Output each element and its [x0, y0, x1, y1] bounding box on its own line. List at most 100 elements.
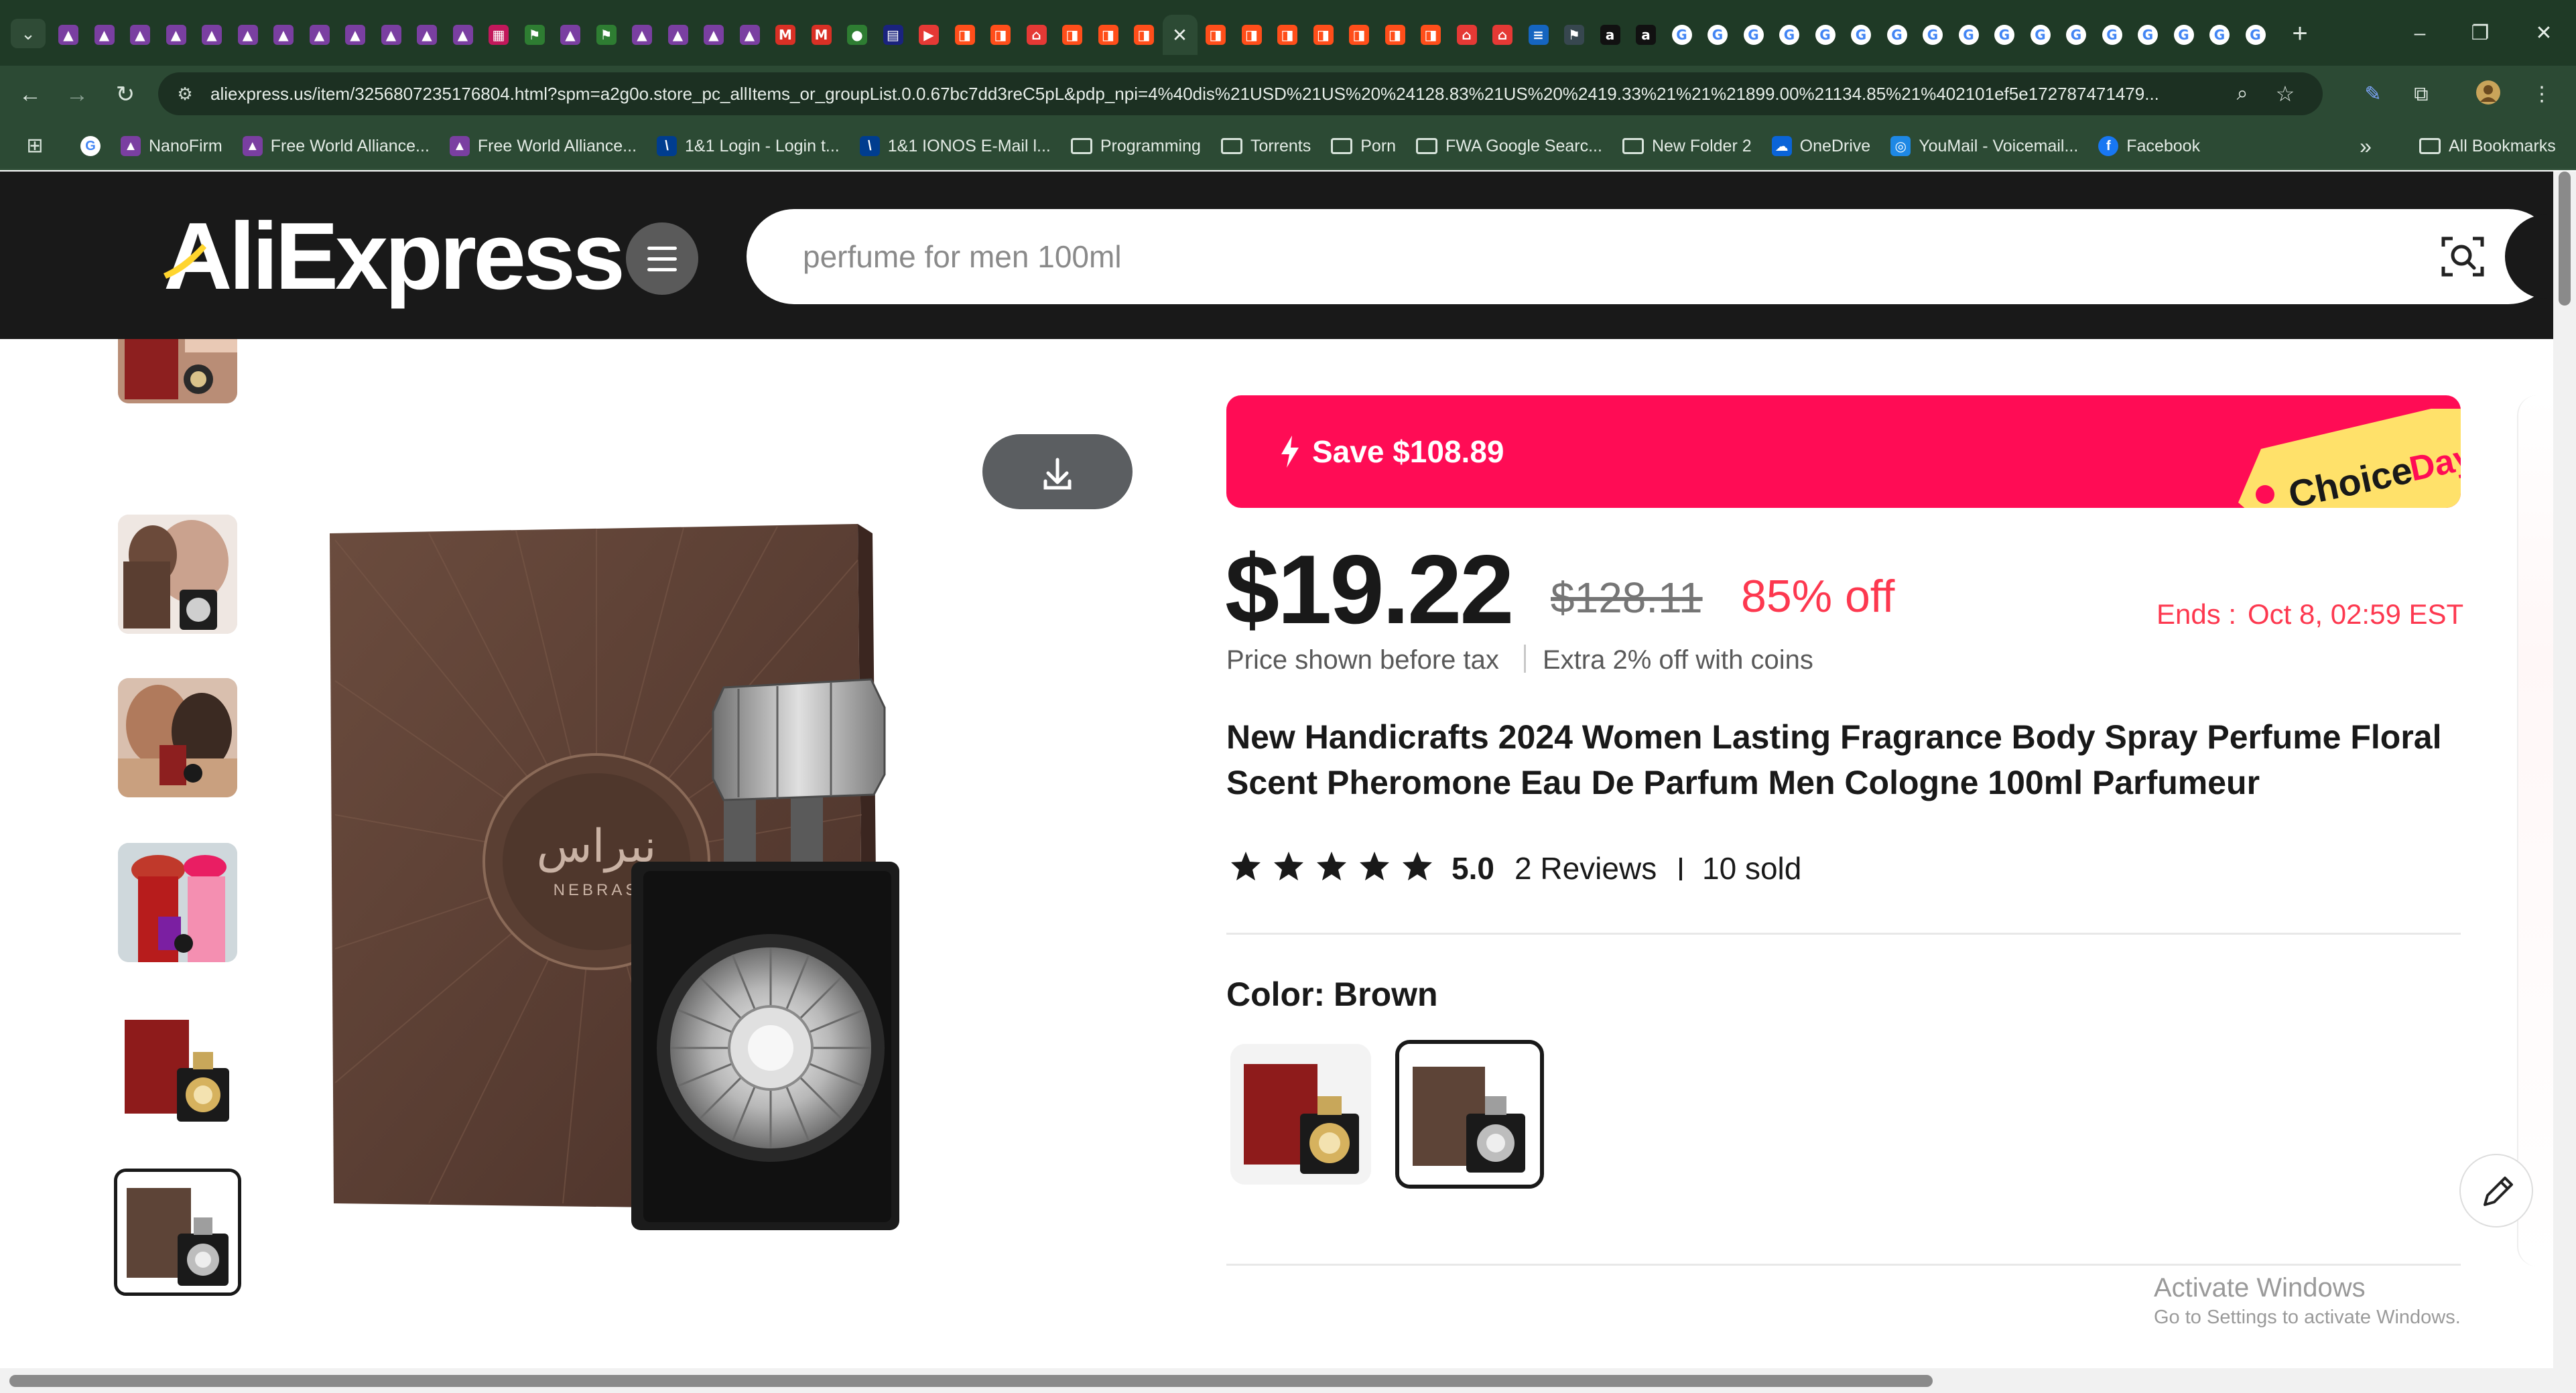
bookmark-item[interactable]: FWA Google Searc...	[1416, 137, 1602, 156]
browser-tab[interactable]: ⌂	[1019, 15, 1054, 55]
thumbnail-2[interactable]	[118, 515, 237, 634]
browser-tab[interactable]: ⚑	[1557, 15, 1592, 55]
bookmark-item[interactable]: G	[80, 136, 101, 156]
browser-tab[interactable]: G	[2167, 15, 2201, 55]
close-window-button[interactable]: ✕	[2517, 19, 2571, 48]
browser-tab[interactable]: ◨	[1198, 15, 1233, 55]
bookmark-item[interactable]: ▲ Free World Alliance...	[242, 136, 430, 156]
browser-tab[interactable]: ▲	[625, 15, 659, 55]
tab-search-button[interactable]: ⌄	[11, 19, 46, 48]
browser-tab[interactable]: ◨	[1342, 15, 1376, 55]
color-swatch-brown-selected[interactable]	[1395, 1040, 1544, 1189]
browser-tab[interactable]: ●	[840, 15, 875, 55]
thumbnail-5[interactable]	[118, 1008, 237, 1127]
browser-tab[interactable]: ◨	[1055, 15, 1090, 55]
browser-tab[interactable]: ▲	[732, 15, 767, 55]
bookmark-item[interactable]: New Folder 2	[1622, 137, 1752, 156]
browser-tab[interactable]: ▲	[446, 15, 480, 55]
bookmark-item[interactable]: ▲ Free World Alliance...	[449, 136, 637, 156]
thumbnail-1[interactable]	[118, 339, 237, 403]
browser-tab[interactable]: G	[2238, 15, 2273, 55]
browser-tab[interactable]: G	[1736, 15, 1771, 55]
reload-button[interactable]: ↻	[109, 78, 142, 111]
bookmark-item[interactable]: \ 1&1 Login - Login t...	[657, 136, 840, 156]
browser-tab[interactable]: ▲	[409, 15, 444, 55]
zoom-icon[interactable]: ⌕	[2229, 80, 2256, 107]
vertical-scrollbar[interactable]	[2553, 172, 2576, 1368]
browser-tab[interactable]: a	[1593, 15, 1628, 55]
browser-tab[interactable]: ▲	[374, 15, 409, 55]
main-product-image[interactable]: نبراس NEBRAS	[295, 399, 1173, 1304]
bookmark-item[interactable]: Torrents	[1220, 137, 1311, 156]
browser-tab[interactable]: G	[1915, 15, 1950, 55]
browser-tab[interactable]: ◨	[1378, 15, 1413, 55]
edit-pencil-button[interactable]	[2459, 1154, 2533, 1228]
browser-tab[interactable]: G	[2095, 15, 2130, 55]
thumbnail-4[interactable]	[118, 843, 237, 962]
url-text[interactable]: aliexpress.us/item/3256807235176804.html…	[210, 72, 2221, 115]
browser-tab[interactable]: G	[2130, 15, 2165, 55]
browser-tab[interactable]: ▲	[266, 15, 301, 55]
bookmark-item[interactable]: ☁ OneDrive	[1771, 136, 1870, 156]
browser-tab[interactable]: ▶	[911, 15, 946, 55]
browser-tab[interactable]: G	[1844, 15, 1878, 55]
browser-tab[interactable]: ▲	[338, 15, 373, 55]
browser-tab[interactable]: ◨	[948, 15, 982, 55]
minimize-button[interactable]: –	[2396, 19, 2443, 48]
image-search-icon[interactable]	[2439, 233, 2486, 280]
browser-tab[interactable]: ▲	[51, 15, 86, 55]
browser-tab[interactable]: ⚑	[589, 15, 624, 55]
address-bar[interactable]: ⚙ aliexpress.us/item/3256807235176804.ht…	[158, 72, 2323, 115]
browser-tab[interactable]: ▲	[553, 15, 588, 55]
browser-tab[interactable]: ≡	[1521, 15, 1556, 55]
browser-tab[interactable]: G	[2023, 15, 2058, 55]
download-image-button[interactable]	[982, 434, 1133, 509]
browser-tab[interactable]: ⌂	[1450, 15, 1484, 55]
browser-tab[interactable]: G	[1951, 15, 1986, 55]
bookmark-item[interactable]: f Facebook	[2098, 136, 2200, 156]
browser-tab[interactable]: ◨	[983, 15, 1018, 55]
forward-button[interactable]: →	[60, 78, 94, 111]
restore-button[interactable]: ❐	[2457, 19, 2504, 48]
browser-tab[interactable]: ▤	[876, 15, 911, 55]
browser-tab[interactable]: ▲	[159, 15, 194, 55]
browser-tab[interactable]: M	[768, 15, 803, 55]
browser-tab[interactable]: G	[2202, 15, 2237, 55]
browser-tab[interactable]: ▲	[696, 15, 731, 55]
browser-tab[interactable]: ▲	[231, 15, 265, 55]
thumbnail-6-selected[interactable]	[114, 1169, 241, 1296]
browser-tab[interactable]: G	[1987, 15, 2022, 55]
browser-tab[interactable]: ⌂	[1485, 15, 1520, 55]
browser-tab[interactable]: ⚑	[517, 15, 552, 55]
bookmarks-overflow-icon[interactable]: »	[2352, 133, 2379, 159]
browser-tab[interactable]: ▦	[481, 15, 516, 55]
extension-pen-icon[interactable]: ✎	[2358, 79, 2388, 110]
browser-tab[interactable]: ▲	[302, 15, 337, 55]
category-menu-button[interactable]	[626, 222, 698, 295]
browser-tab[interactable]: G	[1880, 15, 1915, 55]
horizontal-scrollbar-thumb[interactable]	[9, 1375, 1933, 1387]
close-icon[interactable]: ✕	[1170, 24, 1190, 46]
apps-grid-icon[interactable]: ⊞	[23, 134, 47, 158]
browser-tab[interactable]: ◨	[1126, 15, 1161, 55]
bookmark-star-icon[interactable]: ☆	[2272, 80, 2299, 107]
browser-tab[interactable]: G	[1700, 15, 1735, 55]
browser-tab[interactable]: a	[1628, 15, 1663, 55]
browser-tab[interactable]: ◨	[1091, 15, 1126, 55]
browser-menu-icon[interactable]: ⋮	[2526, 79, 2557, 110]
all-bookmarks-button[interactable]: All Bookmarks	[2419, 122, 2556, 170]
extensions-icon[interactable]: ⧉	[2406, 79, 2437, 110]
horizontal-scrollbar[interactable]	[0, 1368, 2576, 1393]
reviews-link[interactable]: 2 Reviews	[1515, 848, 1657, 888]
bookmark-item[interactable]: \ 1&1 IONOS E-Mail l...	[859, 136, 1051, 156]
browser-tab[interactable]: G	[1772, 15, 1807, 55]
bookmark-item[interactable]: ▲ NanoFirm	[121, 136, 222, 156]
browser-tab[interactable]: G	[2059, 15, 2094, 55]
vertical-scrollbar-thumb[interactable]	[2559, 172, 2571, 306]
bookmark-item[interactable]: Porn	[1331, 137, 1396, 156]
browser-tab[interactable]: ▲	[661, 15, 696, 55]
browser-tab[interactable]: ◨	[1234, 15, 1269, 55]
browser-tab[interactable]: ◨	[1306, 15, 1341, 55]
new-tab-button[interactable]: +	[2285, 20, 2315, 50]
browser-tab[interactable]: ◨	[1270, 15, 1305, 55]
